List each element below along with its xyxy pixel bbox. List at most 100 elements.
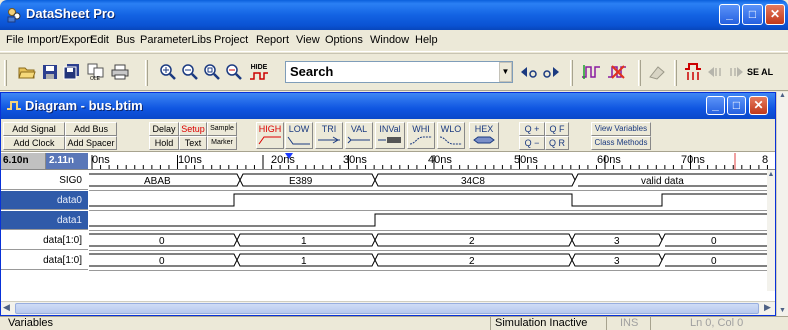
scroll-right-icon[interactable]: ▶ xyxy=(764,302,771,313)
main-scroll-down-icon[interactable]: ▼ xyxy=(777,307,788,314)
waveform-data-bus-a xyxy=(89,233,767,247)
bus-value: 1 xyxy=(301,256,307,267)
hold-button[interactable]: Hold xyxy=(149,136,179,150)
text-button[interactable]: Text xyxy=(179,136,207,150)
zoom-range-icon[interactable] xyxy=(224,61,244,83)
ruler-label: 0ns xyxy=(92,154,110,166)
menu-report[interactable]: Report xyxy=(256,34,289,46)
menu-help[interactable]: Help xyxy=(415,34,438,46)
toolbar-grip[interactable] xyxy=(570,60,573,86)
toolbar-grip[interactable] xyxy=(674,60,677,86)
toolbar-grip[interactable] xyxy=(638,60,641,86)
close-button[interactable]: ✕ xyxy=(765,4,785,25)
maximize-button[interactable]: □ xyxy=(742,4,763,25)
toolbar-grip[interactable] xyxy=(145,60,148,86)
ole-icon[interactable]: OLE xyxy=(85,61,107,83)
signal-name-data1[interactable]: data1 xyxy=(1,211,88,230)
minimize-button[interactable]: _ xyxy=(719,4,740,25)
add-signal-button[interactable]: Add Signal xyxy=(3,122,65,136)
high-button[interactable]: HIGH xyxy=(256,122,284,149)
toolbar-grip[interactable] xyxy=(4,60,7,86)
signal-name-data0[interactable]: data0 xyxy=(1,191,88,210)
menu-view[interactable]: View xyxy=(296,34,320,46)
menu-project[interactable]: Project xyxy=(214,34,248,46)
waveform-area[interactable]: ABAB E389 34C8 valid data 0 1 2 3 0 0 1 xyxy=(89,171,767,291)
signal-name-sig0[interactable]: SIG0 xyxy=(1,171,88,190)
marker-button[interactable]: Marker xyxy=(207,136,237,150)
zoom-in-icon[interactable] xyxy=(158,61,178,83)
scroll-up-icon[interactable]: ▲ xyxy=(767,170,775,180)
inval-label: INVal xyxy=(379,124,401,134)
simulate-waveform-icon[interactable] xyxy=(580,61,604,83)
waveform-horizontal-scrollbar[interactable]: ◀ ▶ xyxy=(1,301,775,315)
main-scroll-up-icon[interactable]: ▲ xyxy=(777,92,788,99)
search-input[interactable]: Search xyxy=(285,61,513,83)
eraser-icon[interactable] xyxy=(646,61,668,83)
wlo-button[interactable]: WLO xyxy=(437,122,465,149)
search-dropdown-arrow[interactable]: ▼ xyxy=(499,62,512,82)
bus-value: 1 xyxy=(301,236,307,247)
hide-waveform-icon[interactable]: HIDE xyxy=(247,61,271,83)
low-button[interactable]: LOW xyxy=(285,122,313,149)
whi-button[interactable]: WHI xyxy=(407,122,435,149)
find-next-icon[interactable] xyxy=(540,61,562,83)
app-title: DataSheet Pro xyxy=(26,6,115,21)
menu-options[interactable]: Options xyxy=(325,34,363,46)
status-insert-mode: INS xyxy=(620,317,639,329)
zoom-range-button[interactable]: Q R xyxy=(545,136,569,150)
select-all-icon[interactable]: SE AL xyxy=(747,61,787,83)
signal-name-data-bus[interactable]: data[1:0] xyxy=(1,231,88,250)
save-icon[interactable] xyxy=(40,61,60,83)
insert-signal-icon[interactable] xyxy=(683,61,703,83)
diagram-minimize-button[interactable]: _ xyxy=(706,96,725,115)
diagram-close-button[interactable]: ✕ xyxy=(749,96,768,115)
scroll-left-icon[interactable]: ◀ xyxy=(3,302,10,313)
zoom-fit-icon[interactable] xyxy=(202,61,222,83)
menu-bus[interactable]: Bus xyxy=(116,34,135,46)
stop-simulation-icon[interactable] xyxy=(606,61,630,83)
zoom-in-button[interactable]: Q + xyxy=(519,122,545,136)
diagram-maximize-button[interactable]: □ xyxy=(727,96,746,115)
print-icon[interactable] xyxy=(110,61,130,83)
bus-value: 0 xyxy=(159,256,165,267)
main-vertical-scrollbar[interactable]: ▲ ▼ xyxy=(776,92,788,316)
add-clock-button[interactable]: Add Clock xyxy=(3,136,65,150)
waveform-vertical-scrollbar[interactable]: ▲ xyxy=(767,170,775,291)
shift-left-icon[interactable] xyxy=(705,61,725,83)
add-bus-button[interactable]: Add Bus xyxy=(65,122,117,136)
tri-button[interactable]: TRI xyxy=(315,122,343,149)
bus-value: 3 xyxy=(614,256,620,267)
signal-name-data-bus[interactable]: data[1:0] xyxy=(1,251,88,270)
diagram-button-bar: Add Signal Add Bus Add Clock Add Spacer … xyxy=(1,119,775,152)
low-label: LOW xyxy=(288,124,310,134)
inval-button[interactable]: INVal xyxy=(375,122,405,149)
zoom-out-icon[interactable] xyxy=(180,61,200,83)
shift-right-icon[interactable] xyxy=(726,61,746,83)
menu-import-export[interactable]: Import/Export xyxy=(27,34,93,46)
menu-file[interactable]: File xyxy=(6,34,24,46)
time-ruler[interactable]: 6.10n 2.11n 0ns 10ns 20ns 30ns 40ns 50ns… xyxy=(1,153,775,170)
menu-edit[interactable]: Edit xyxy=(90,34,109,46)
diagram-title-bar[interactable]: Diagram - bus.btim _ □ ✕ xyxy=(1,93,775,119)
hex-button[interactable]: HEX xyxy=(469,122,499,149)
val-button[interactable]: VAL xyxy=(345,122,373,149)
app-title-bar[interactable]: DataSheet Pro _ □ ✕ xyxy=(0,0,788,30)
delay-button[interactable]: Delay xyxy=(149,122,179,136)
low-wave-icon xyxy=(287,136,310,145)
sample-button[interactable]: Sample xyxy=(207,122,237,136)
zoom-full-button[interactable]: Q F xyxy=(545,122,569,136)
ruler-label: 60ns xyxy=(597,154,621,166)
waveform-data0 xyxy=(89,193,767,207)
inval-wave-icon xyxy=(378,137,401,143)
add-spacer-button[interactable]: Add Spacer xyxy=(65,136,117,150)
save-all-icon[interactable] xyxy=(62,61,82,83)
find-previous-icon[interactable] xyxy=(518,61,540,83)
open-folder-icon[interactable] xyxy=(17,61,37,83)
menu-parameterlibs[interactable]: ParameterLibs xyxy=(140,34,212,46)
class-methods-button[interactable]: Class Methods xyxy=(591,136,651,150)
horizontal-scroll-thumb[interactable] xyxy=(15,303,759,314)
menu-window[interactable]: Window xyxy=(370,34,409,46)
setup-button[interactable]: Setup xyxy=(179,122,207,136)
view-variables-button[interactable]: View Variables xyxy=(591,122,651,136)
zoom-out-button[interactable]: Q − xyxy=(519,136,545,150)
